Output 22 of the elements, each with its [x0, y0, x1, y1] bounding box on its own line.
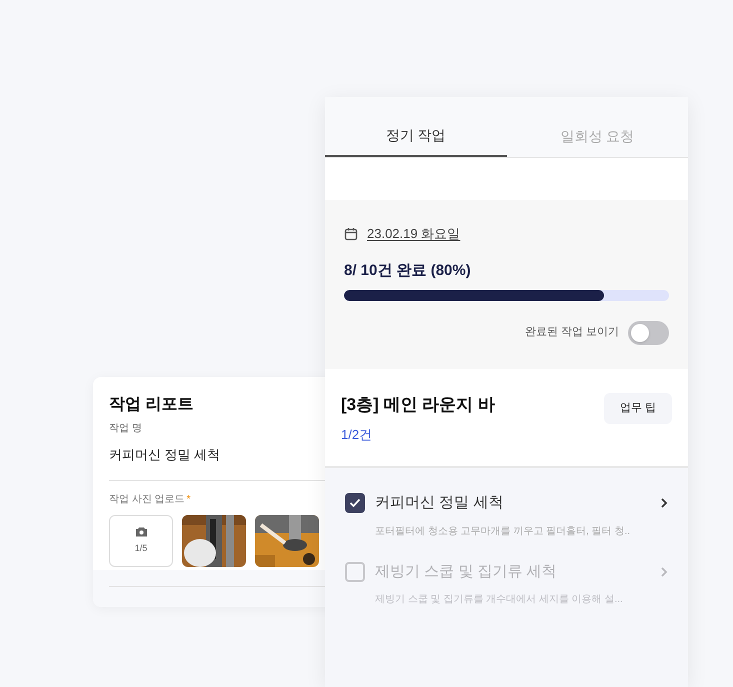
- field-label: 작업 명: [109, 422, 143, 436]
- checkbox[interactable]: [345, 562, 365, 582]
- field-label: 작업 사진 업로드: [109, 493, 185, 507]
- progress-summary: 8/ 10건 완료 (80%): [344, 260, 472, 280]
- camera-icon: [134, 526, 148, 538]
- toggle-label: 완료된 작업 보이기: [524, 325, 619, 340]
- toggle-switch[interactable]: [628, 320, 669, 344]
- check-icon: [349, 498, 361, 508]
- checkbox[interactable]: [345, 493, 365, 514]
- chevron-right-icon[interactable]: [660, 497, 668, 510]
- location-title: [3층] 메인 라운지 바: [341, 394, 495, 416]
- task-description: 제빙기 스쿱 및 집기류를 개수대에서 세지를 이용해 설...: [375, 593, 624, 607]
- tips-button[interactable]: 업무 팁: [604, 392, 672, 424]
- card-title: 작업 리포트: [109, 395, 194, 415]
- task-count: 1/2건: [341, 426, 374, 444]
- photo-upload-button[interactable]: 1/5: [109, 515, 173, 567]
- task-title[interactable]: 커피머신 정밀 세척: [375, 492, 660, 514]
- required-marker: *: [186, 493, 190, 507]
- task-description: 포터필터에 청소용 고무마개를 끼우고 필더홀터, 필터 청..: [375, 524, 632, 538]
- date-link[interactable]: 23.02.19 화요일: [367, 224, 460, 244]
- tab[interactable]: 정기 작업: [325, 115, 506, 157]
- calendar-icon: [344, 226, 358, 241]
